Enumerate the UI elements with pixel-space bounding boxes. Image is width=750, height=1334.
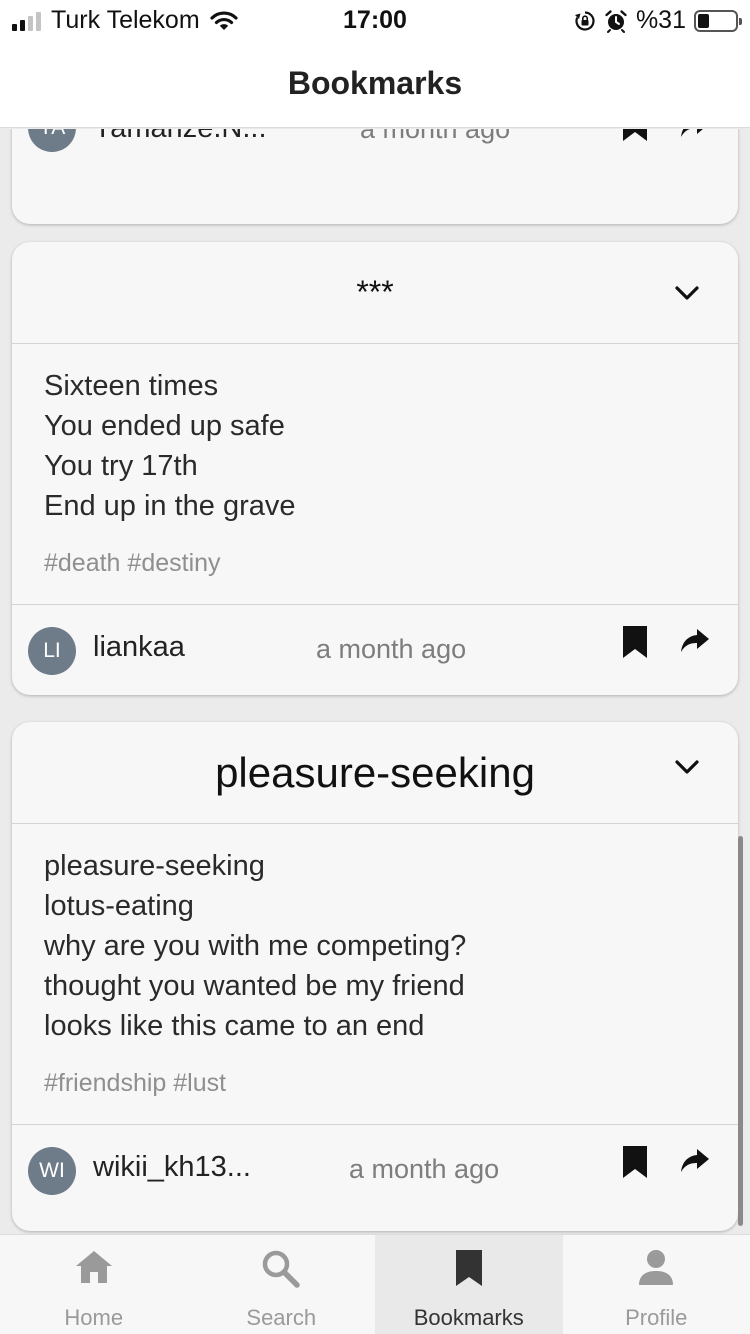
home-icon [0, 1249, 188, 1289]
author-name[interactable]: wikii_kh13... [93, 1151, 251, 1184]
post-header[interactable]: pleasure-seeking [12, 722, 738, 824]
post-time: a month ago [316, 634, 467, 664]
post-time: a month ago [349, 1154, 500, 1184]
tab-label: Search [246, 1305, 317, 1330]
share-icon[interactable] [680, 625, 710, 655]
post-footer: WI wikii_kh13... a month ago [12, 1125, 738, 1231]
poem-line: thought you wanted be my friend [44, 970, 465, 1002]
poem-line: You ended up safe [44, 410, 285, 442]
search-icon [188, 1249, 376, 1289]
tab-label: Bookmarks [413, 1305, 524, 1330]
profile-icon [563, 1249, 750, 1289]
alarm-icon [605, 9, 627, 33]
poem-line: End up in the grave [44, 490, 296, 522]
post-card: *** Sixteen times You ended up safe You … [12, 242, 738, 695]
bookmark-icon [375, 1249, 563, 1289]
battery-icon [694, 9, 742, 32]
author-name[interactable]: Yamarize.N... [93, 129, 267, 145]
tab-label: Profile [625, 1305, 688, 1330]
post-footer: LI liankaa a month ago [12, 605, 738, 695]
post-footer: YA Yamarize.N... a month ago [12, 129, 738, 224]
poem-line: Sixteen times [44, 370, 219, 402]
tab-search[interactable]: Search [188, 1235, 376, 1334]
avatar[interactable]: YA [28, 129, 76, 152]
share-icon[interactable] [680, 129, 710, 140]
tab-profile[interactable]: Profile [563, 1235, 750, 1334]
post-title: pleasure-seeking [215, 748, 535, 796]
battery-percent: %31 [635, 6, 686, 34]
avatar[interactable]: LI [28, 627, 76, 675]
poem-line: You try 17th [44, 450, 198, 482]
poem-line: pleasure-seeking [44, 850, 265, 882]
post-card: YA Yamarize.N... a month ago [12, 129, 738, 224]
battery-fill [698, 13, 710, 28]
post-tags[interactable]: #death #destiny [44, 549, 706, 604]
author-name[interactable]: liankaa [93, 631, 185, 664]
page-title: Bookmarks [287, 65, 463, 101]
chevron-down-icon[interactable] [674, 754, 700, 780]
share-icon[interactable] [680, 1145, 710, 1175]
post-tags[interactable]: #friendship #lust [44, 1069, 706, 1124]
post-title: *** [356, 274, 394, 310]
tab-home[interactable]: Home [0, 1235, 188, 1334]
post-header[interactable]: *** [12, 242, 738, 344]
bookmark-icon[interactable] [622, 625, 648, 659]
tab-bookmarks[interactable]: Bookmarks [375, 1235, 563, 1334]
avatar[interactable]: WI [28, 1147, 76, 1195]
bookmark-icon[interactable] [622, 1145, 648, 1179]
status-right: %31 [574, 6, 742, 35]
poem-line: why are you with me competing? [44, 930, 467, 962]
nav-bar: Bookmarks [0, 40, 750, 128]
bookmark-icon[interactable] [622, 129, 648, 142]
rotation-lock-icon [574, 10, 595, 31]
poem-line: looks like this came to an end [44, 1010, 425, 1042]
status-bar: Turk Telekom 17:00 %31 [0, 0, 750, 40]
tab-label: Home [64, 1305, 124, 1330]
post-body: Sixteen times You ended up safe You try … [12, 344, 738, 605]
poem-line: lotus-eating [44, 890, 194, 922]
scroll-indicator[interactable] [738, 836, 743, 1226]
post-time: a month ago [360, 129, 511, 144]
tab-bar: Home Search Bookmarks Profile [0, 1234, 750, 1334]
bookmark-list[interactable]: YA Yamarize.N... a month ago *** Sixteen… [0, 129, 750, 1234]
chevron-down-icon[interactable] [674, 280, 700, 306]
post-body: pleasure-seeking lotus-eating why are yo… [12, 824, 738, 1125]
post-card: pleasure-seeking pleasure-seeking lotus-… [12, 722, 738, 1231]
